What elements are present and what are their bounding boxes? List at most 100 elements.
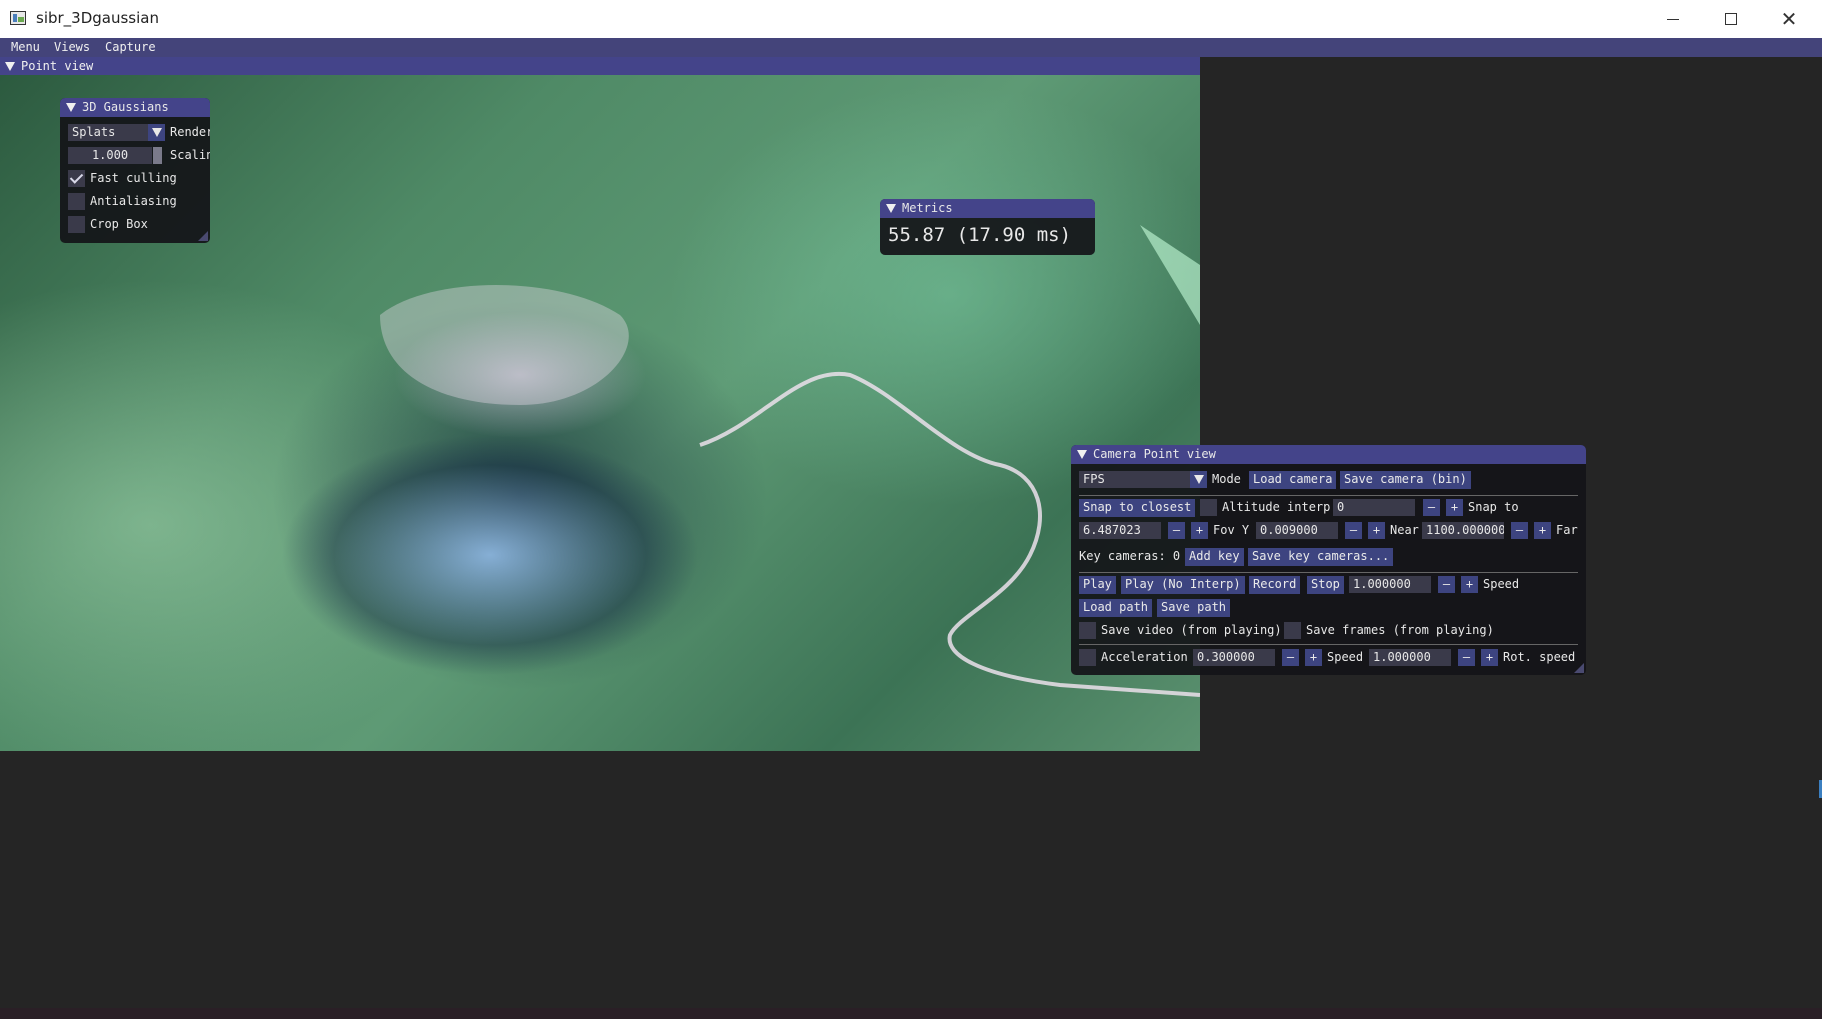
collapse-triangle-icon[interactable] [66, 103, 76, 112]
move-speed-label: Speed [1327, 650, 1364, 664]
fov-decrement-button[interactable]: – [1168, 522, 1185, 539]
near-label: Near [1390, 523, 1419, 537]
minimize-icon [1667, 18, 1679, 20]
scaling-slider[interactable]: 1.000 [68, 147, 152, 164]
add-key-button[interactable]: Add key [1185, 548, 1244, 566]
antialiasing-label: Antialiasing [90, 194, 177, 208]
save-camera-button[interactable]: Save camera (bin) [1340, 471, 1471, 489]
menu-item-views[interactable]: Views [54, 40, 90, 54]
far-decrement-button[interactable]: – [1511, 522, 1528, 539]
altitude-increment-button[interactable]: + [1446, 499, 1463, 516]
play-button[interactable]: Play [1079, 576, 1116, 594]
playback-speed-input[interactable]: 1.000000 [1349, 576, 1431, 593]
acceleration-label: Acceleration [1101, 650, 1188, 664]
render-label: Render [170, 125, 210, 139]
rot-speed-label: Rot. speed [1503, 650, 1576, 664]
scaling-slider-grab[interactable] [153, 147, 162, 164]
far-increment-button[interactable]: + [1534, 522, 1551, 539]
window-title-bar: sibr_3Dgaussian ✕ [0, 0, 1822, 39]
fov-input[interactable]: 6.487023 [1079, 522, 1161, 539]
point-view-header[interactable]: Point view [0, 57, 1200, 75]
snap-to-closest-button[interactable]: Snap to closest [1079, 499, 1196, 517]
camera-panel-title: Camera Point view [1093, 447, 1216, 461]
resize-grip[interactable] [198, 231, 208, 241]
key-cameras-count: Key cameras: 0 [1079, 549, 1181, 563]
speed-decrement-button[interactable]: – [1438, 576, 1455, 593]
save-path-button[interactable]: Save path [1157, 599, 1231, 617]
maximize-button[interactable] [1702, 0, 1760, 38]
maximize-icon [1725, 13, 1737, 25]
camera-mode-combo[interactable]: FPS [1079, 471, 1199, 488]
save-frames-checkbox[interactable] [1284, 622, 1301, 639]
altitude-interp-checkbox[interactable] [1200, 499, 1217, 516]
near-decrement-button[interactable]: – [1345, 522, 1362, 539]
save-video-label: Save video (from playing) [1101, 623, 1282, 637]
metrics-panel-header[interactable]: Metrics [880, 199, 1095, 218]
far-label: Far [1556, 523, 1578, 537]
collapse-triangle-icon[interactable] [5, 62, 15, 71]
app-icon [10, 11, 26, 25]
save-video-checkbox[interactable] [1079, 622, 1096, 639]
render-mode-combo[interactable]: Splats [68, 124, 151, 141]
separator [1079, 644, 1578, 645]
mode-label: Mode [1212, 472, 1241, 486]
altitude-interp-input[interactable]: 0 [1333, 499, 1415, 516]
scaling-label: Scaling [170, 148, 210, 162]
gaussians-panel-title: 3D Gaussians [82, 100, 169, 114]
play-no-interp-button[interactable]: Play (No Interp) [1121, 576, 1245, 594]
window-title: sibr_3Dgaussian [36, 9, 159, 27]
acceleration-increment-button[interactable]: + [1305, 649, 1322, 666]
gaussians-panel: 3D Gaussians Splats Render 1.000 Scaling… [60, 98, 210, 243]
chevron-down-icon[interactable] [148, 124, 165, 141]
resize-grip[interactable] [1574, 663, 1584, 673]
taskbar-edge [0, 1008, 1822, 1019]
point-view-title: Point view [21, 59, 94, 73]
altitude-interp-label: Altitude interp [1222, 500, 1331, 514]
scene-highlight [380, 285, 629, 405]
close-icon: ✕ [1780, 7, 1798, 31]
record-button[interactable]: Record [1249, 576, 1301, 594]
separator [1079, 495, 1578, 496]
fps-readout: 55.87 (17.90 ms) [888, 224, 1072, 246]
gaussians-panel-header[interactable]: 3D Gaussians [60, 98, 210, 117]
collapse-triangle-icon[interactable] [1077, 450, 1087, 459]
fov-label: Fov Y [1213, 523, 1250, 537]
move-speed-decrement-button[interactable]: – [1458, 649, 1475, 666]
move-speed-increment-button[interactable]: + [1481, 649, 1498, 666]
fov-increment-button[interactable]: + [1191, 522, 1208, 539]
minimize-button[interactable] [1644, 0, 1702, 38]
menu-item-menu[interactable]: Menu [11, 40, 40, 54]
playback-speed-label: Speed [1483, 577, 1520, 591]
far-input[interactable]: 1100.000000 [1422, 522, 1504, 539]
altitude-decrement-button[interactable]: – [1423, 499, 1440, 516]
menu-bar: Menu Views Capture [0, 38, 1822, 57]
load-camera-button[interactable]: Load camera [1249, 471, 1337, 489]
snap-to-label: Snap to [1468, 500, 1519, 514]
near-input[interactable]: 0.009000 [1256, 522, 1338, 539]
crop-box-label: Crop Box [90, 217, 148, 231]
camera-panel: Camera Point view FPS Mode Load camera S… [1071, 445, 1586, 675]
chevron-down-icon[interactable] [1190, 471, 1207, 488]
metrics-panel: Metrics 55.87 (17.90 ms) [880, 199, 1095, 255]
acceleration-checkbox[interactable] [1079, 649, 1096, 666]
near-increment-button[interactable]: + [1368, 522, 1385, 539]
stop-button[interactable]: Stop [1307, 576, 1344, 594]
render-viewport[interactable]: 3D Gaussians Splats Render 1.000 Scaling… [0, 75, 1200, 751]
menu-item-capture[interactable]: Capture [105, 40, 156, 54]
crop-box-checkbox[interactable] [68, 216, 85, 233]
metrics-panel-title: Metrics [902, 201, 953, 215]
load-path-button[interactable]: Load path [1079, 599, 1153, 617]
move-speed-input[interactable]: 1.000000 [1369, 649, 1451, 666]
speed-increment-button[interactable]: + [1461, 576, 1478, 593]
save-key-cameras-button[interactable]: Save key cameras... [1248, 548, 1394, 566]
fast-culling-checkbox[interactable] [68, 170, 85, 187]
collapse-triangle-icon[interactable] [886, 204, 896, 213]
close-button[interactable]: ✕ [1760, 0, 1818, 38]
save-frames-label: Save frames (from playing) [1306, 623, 1494, 637]
acceleration-input[interactable]: 0.300000 [1193, 649, 1275, 666]
fast-culling-label: Fast culling [90, 171, 177, 185]
acceleration-decrement-button[interactable]: – [1282, 649, 1299, 666]
separator [1079, 572, 1578, 573]
antialiasing-checkbox[interactable] [68, 193, 85, 210]
camera-panel-header[interactable]: Camera Point view [1071, 445, 1586, 464]
